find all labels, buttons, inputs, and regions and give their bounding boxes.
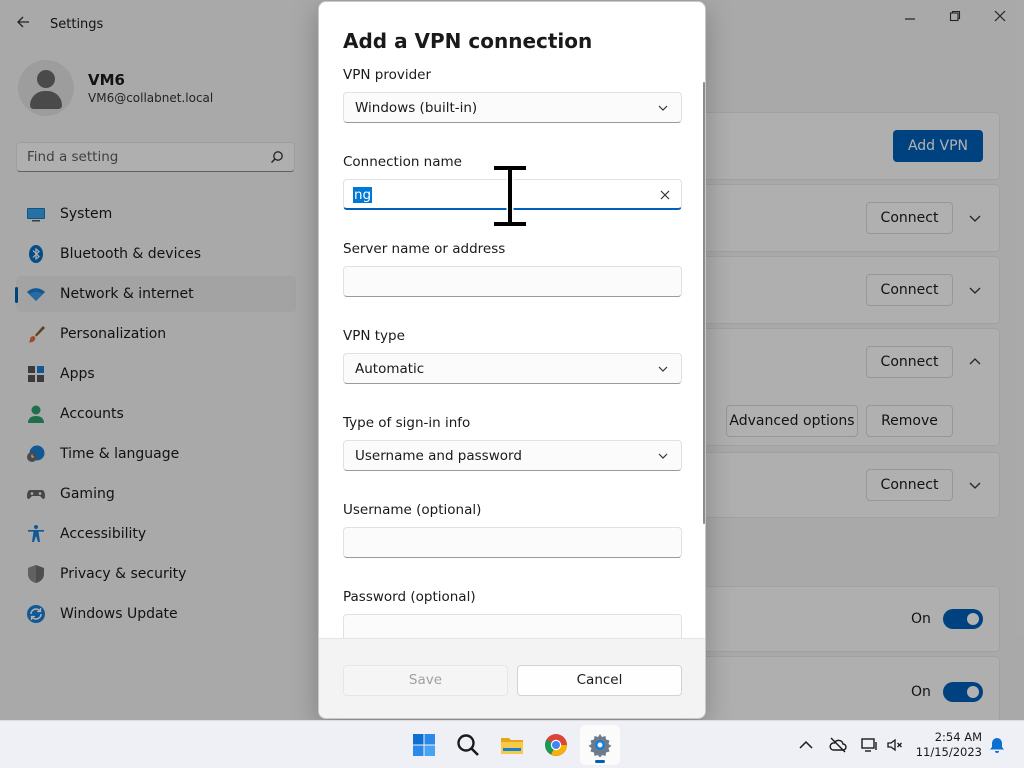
vpn-type-value: Automatic bbox=[355, 361, 425, 377]
notification-bell-icon[interactable] bbox=[988, 736, 1006, 754]
taskbar-settings[interactable] bbox=[580, 725, 620, 765]
vpn-type-label: VPN type bbox=[343, 328, 405, 344]
connection-name-input[interactable]: ng bbox=[353, 187, 373, 203]
username-field[interactable] bbox=[343, 527, 682, 558]
network-icon[interactable] bbox=[860, 736, 878, 754]
signin-type-value: Username and password bbox=[355, 448, 522, 464]
signin-type-label: Type of sign-in info bbox=[343, 415, 471, 431]
vpn-provider-label: VPN provider bbox=[343, 67, 432, 83]
cloud-off-icon[interactable] bbox=[829, 736, 847, 754]
username-label: Username (optional) bbox=[343, 502, 482, 518]
username-input[interactable] bbox=[344, 528, 681, 557]
chevron-up-icon[interactable] bbox=[797, 736, 815, 754]
taskbar-file-explorer[interactable] bbox=[492, 725, 532, 765]
search-icon bbox=[457, 734, 479, 756]
dialog-footer: Save Cancel bbox=[319, 638, 705, 718]
settings-icon bbox=[588, 734, 612, 757]
chevron-down-icon bbox=[658, 453, 668, 459]
text-cursor-icon bbox=[494, 165, 526, 227]
start-icon bbox=[413, 734, 435, 756]
vpn-provider-dropdown[interactable]: Windows (built-in) bbox=[343, 92, 682, 123]
taskbar-chrome[interactable] bbox=[536, 725, 576, 765]
vpn-type-dropdown[interactable]: Automatic bbox=[343, 353, 682, 384]
dialog-scrollbar[interactable] bbox=[703, 82, 705, 524]
taskbar: 2:54 AM 11/15/2023 bbox=[0, 720, 1024, 768]
chrome-icon bbox=[545, 734, 567, 756]
add-vpn-dialog: Add a VPN connection VPN provider Window… bbox=[318, 1, 706, 719]
chevron-down-icon bbox=[658, 105, 668, 111]
connection-name-label: Connection name bbox=[343, 154, 462, 170]
clock-date: 11/15/2023 bbox=[915, 745, 982, 759]
volume-muted-icon[interactable] bbox=[886, 736, 904, 754]
dialog-title: Add a VPN connection bbox=[343, 29, 593, 53]
password-label: Password (optional) bbox=[343, 589, 476, 605]
server-name-input[interactable] bbox=[344, 267, 681, 296]
taskbar-search[interactable] bbox=[448, 725, 488, 765]
taskbar-start[interactable] bbox=[404, 725, 444, 765]
vpn-provider-value: Windows (built-in) bbox=[355, 100, 478, 116]
cancel-button[interactable]: Cancel bbox=[517, 665, 682, 696]
server-name-label: Server name or address bbox=[343, 241, 506, 257]
chevron-down-icon bbox=[658, 366, 668, 372]
taskbar-clock[interactable]: 2:54 AM 11/15/2023 bbox=[912, 730, 982, 760]
clear-icon[interactable] bbox=[659, 189, 671, 201]
save-button[interactable]: Save bbox=[343, 665, 508, 696]
clock-time: 2:54 AM bbox=[934, 730, 982, 744]
file-explorer-icon bbox=[501, 738, 523, 754]
signin-type-dropdown[interactable]: Username and password bbox=[343, 440, 682, 471]
server-name-field[interactable] bbox=[343, 266, 682, 297]
